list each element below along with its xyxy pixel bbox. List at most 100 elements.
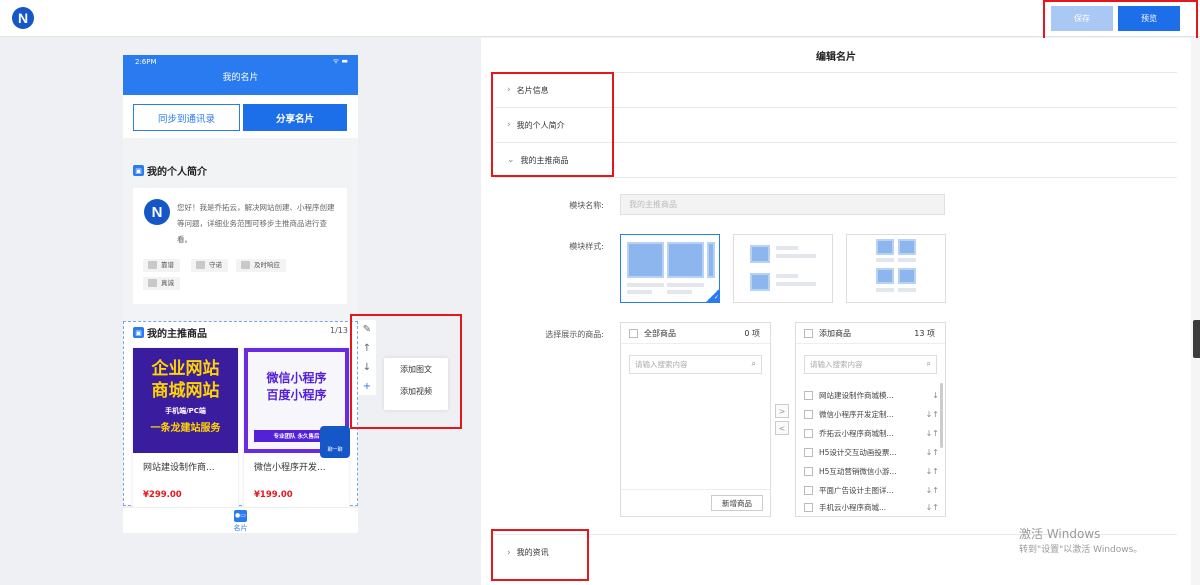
- share-card-button[interactable]: 分享名片: [243, 104, 347, 131]
- item-checkbox[interactable]: [804, 410, 813, 419]
- style-option-list[interactable]: [733, 234, 833, 303]
- search-icon[interactable]: ⌕: [752, 359, 756, 369]
- products-title-text: 我的主推商品: [147, 329, 207, 340]
- list-item[interactable]: H5设计交互动画投票... ↓↑: [804, 444, 939, 461]
- product-name: 网站建设制作商...: [143, 463, 215, 473]
- item-label: 平面广告设计主图详...: [819, 486, 894, 495]
- all-goods-search-input[interactable]: 请输入搜索内容 ⌕: [629, 355, 762, 374]
- product-name: 微信小程序开发...: [254, 463, 326, 473]
- item-label: H5设计交互动画投票...: [819, 448, 897, 457]
- sync-contacts-button[interactable]: 同步到通讯录: [133, 104, 240, 131]
- item-checkbox[interactable]: [804, 429, 813, 438]
- product-card[interactable]: 微信小程序 百度小程序 专业团队 永久售后 聊一聊 微信小程序开发... ¥19…: [244, 348, 350, 508]
- select-all-added-checkbox[interactable]: [804, 329, 813, 338]
- list-item[interactable]: 微信小程序开发定制... ↓↑: [804, 406, 939, 423]
- move-down-icon[interactable]: ↓: [932, 391, 939, 400]
- card-tab-label[interactable]: 名片: [123, 523, 358, 533]
- card-tab-icon[interactable]: ●▭: [234, 510, 247, 522]
- intro-section-title: ▣ 我的个人简介: [133, 163, 207, 178]
- product-image-text: 百度小程序: [266, 388, 327, 402]
- move-up-down-icon[interactable]: ↓↑: [926, 448, 939, 457]
- product-icon: ▣: [133, 327, 144, 338]
- text-placeholder: [776, 254, 816, 258]
- module-style-label: 模块样式:: [569, 242, 604, 251]
- list-item[interactable]: 乔拓云小程序商城制... ↓↑: [804, 425, 939, 442]
- tag: 守诺: [191, 259, 228, 272]
- text-placeholder: [627, 290, 652, 294]
- products-section-title: ▣ 我的主推商品: [133, 325, 207, 340]
- intro-title-text: 我的个人简介: [147, 167, 207, 178]
- product-image-text: 企业网站: [151, 359, 220, 379]
- highlight-box-toolbar: [350, 314, 462, 429]
- search-placeholder: 请输入搜索内容: [635, 360, 688, 369]
- editor-title: 编辑名片: [816, 52, 856, 63]
- tag: 及时响应: [236, 259, 286, 272]
- added-goods-title: 添加商品: [819, 329, 851, 338]
- search-icon[interactable]: ⌕: [927, 359, 931, 369]
- thumbs-up-icon: [148, 279, 157, 287]
- phone-time: 2:6PM: [135, 58, 157, 66]
- text-placeholder: [776, 282, 816, 286]
- product-card[interactable]: 企业网站 商城网站 手机端/PC端 一条龙建站服务 网站建设制作商... ¥29…: [133, 348, 238, 508]
- move-left-button[interactable]: <: [775, 421, 789, 435]
- list-scrollbar[interactable]: [940, 383, 943, 448]
- all-goods-count: 0 项: [744, 329, 760, 338]
- image-placeholder-icon: [898, 268, 916, 284]
- select-all-checkbox[interactable]: [629, 329, 638, 338]
- signal-icon: ᯤ ▬: [332, 57, 348, 65]
- item-label: 乔拓云小程序商城制...: [819, 429, 894, 438]
- list-item[interactable]: 平面广告设计主图详... ↓↑: [804, 482, 939, 499]
- style-option-grid[interactable]: [846, 234, 946, 303]
- image-placeholder-icon: [750, 273, 770, 291]
- added-goods-count: 13 项: [914, 329, 935, 338]
- all-goods-box: 全部商品 0 项 请输入搜索内容 ⌕ 新增商品: [620, 322, 771, 517]
- move-up-down-icon[interactable]: ↓↑: [926, 429, 939, 438]
- logo-icon[interactable]: N: [12, 7, 34, 29]
- move-right-button[interactable]: >: [775, 404, 789, 418]
- product-price: ¥199.00: [254, 490, 293, 500]
- select-goods-label: 选择展示的商品:: [545, 330, 604, 339]
- thumbs-up-icon: [241, 261, 250, 269]
- item-label: 手机云小程序商城...: [819, 502, 887, 512]
- products-module[interactable]: ▣ 我的主推商品 1/13 企业网站 商城网站 手机端/PC端 一条龙建站服务 …: [123, 321, 358, 508]
- module-name-input[interactable]: 我的主推商品: [620, 194, 945, 215]
- text-placeholder: [876, 258, 894, 262]
- list-item[interactable]: 手机云小程序商城... ↓↑: [804, 501, 939, 513]
- move-up-down-icon[interactable]: ↓↑: [926, 503, 939, 512]
- item-checkbox[interactable]: [804, 502, 813, 512]
- image-placeholder-icon: [707, 242, 715, 278]
- image-placeholder-icon: [898, 239, 916, 255]
- item-label: H5互动营销微信小游...: [819, 467, 897, 476]
- product-image-text: 商城网站: [151, 381, 220, 401]
- chat-button[interactable]: 聊一聊: [320, 426, 350, 458]
- item-label: 网站建设制作商城模...: [819, 391, 894, 400]
- added-goods-search-input[interactable]: 请输入搜索内容 ⌕: [804, 355, 937, 374]
- text-placeholder: [627, 283, 664, 287]
- add-new-goods-button[interactable]: 新增商品: [711, 495, 763, 511]
- style-option-two-column[interactable]: ✓: [620, 234, 720, 303]
- all-goods-header: 全部商品 0 项: [621, 323, 770, 344]
- product-image-text: 一条龙建站服务: [150, 423, 221, 434]
- item-checkbox[interactable]: [804, 448, 813, 457]
- top-bar: N 保存 预览: [0, 0, 1200, 37]
- move-up-down-icon[interactable]: ↓↑: [926, 486, 939, 495]
- page-scrollbar[interactable]: [1191, 38, 1200, 585]
- image-placeholder-icon: [627, 242, 664, 278]
- move-up-down-icon[interactable]: ↓↑: [926, 467, 939, 476]
- item-checkbox[interactable]: [804, 391, 813, 400]
- intro-card[interactable]: N 您好！我是乔拓云，解决网站创建、小程序创建等问题，详细业务范围可移步主推商品…: [133, 188, 347, 304]
- side-handle[interactable]: [1193, 320, 1200, 358]
- list-item[interactable]: H5互动营销微信小游... ↓↑: [804, 463, 939, 480]
- list-item[interactable]: 网站建设制作商城模... ↓: [804, 387, 939, 404]
- divider: [495, 177, 1177, 178]
- text-placeholder: [667, 283, 704, 287]
- image-placeholder-icon: [667, 242, 704, 278]
- tag-label: 及时响应: [254, 261, 280, 269]
- item-checkbox[interactable]: [804, 467, 813, 476]
- company-logo-icon: N: [144, 199, 170, 225]
- move-up-down-icon[interactable]: ↓↑: [926, 410, 939, 419]
- item-checkbox[interactable]: [804, 486, 813, 495]
- highlight-box-news: [491, 529, 589, 581]
- phone-tab-bar: ●▭ 名片: [123, 507, 358, 533]
- product-price: ¥299.00: [143, 490, 182, 500]
